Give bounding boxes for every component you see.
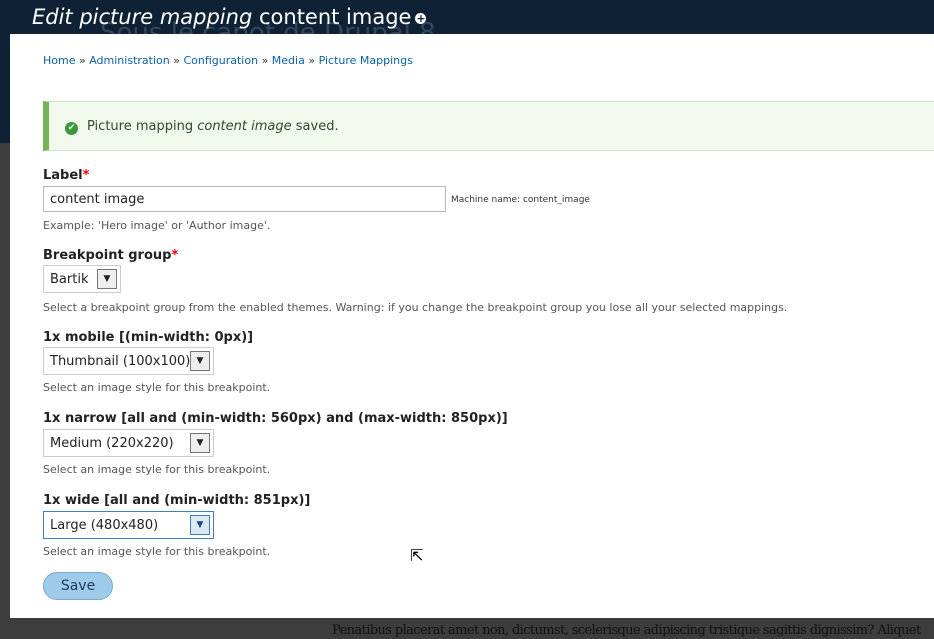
breakpoint-group-select[interactable]: Bartik ▼ <box>43 265 121 293</box>
chevron-down-icon: ▼ <box>190 351 210 371</box>
mobile-label: 1x mobile [(min-width: 0px)] <box>43 330 254 345</box>
mobile-style-select[interactable]: Thumbnail (100x100) ▼ <box>43 347 214 375</box>
mobile-description: Select an image style for this breakpoin… <box>43 381 271 394</box>
breadcrumb: Home » Administration » Configuration » … <box>43 54 413 67</box>
chevron-down-icon: ▼ <box>97 269 117 289</box>
narrow-label: 1x narrow [all and (min-width: 560px) an… <box>43 411 508 426</box>
label-field-label: Label* <box>43 168 90 183</box>
page-title: Edit picture mapping content image + <box>32 5 427 29</box>
shortcut-plus-icon[interactable]: + <box>415 12 427 24</box>
breadcrumb-media[interactable]: Media <box>272 54 305 67</box>
wide-description: Select an image style for this breakpoin… <box>43 545 271 558</box>
breadcrumb-picture-mappings[interactable]: Picture Mappings <box>319 54 413 67</box>
status-message: ✔ Picture mapping content image saved. <box>43 101 934 151</box>
check-icon: ✔ <box>65 122 78 135</box>
breadcrumb-configuration[interactable]: Configuration <box>183 54 258 67</box>
breakpoint-group-description: Select a breakpoint group from the enabl… <box>43 301 788 314</box>
background-body-text: Penatibus placerat amet non, dictumst, s… <box>332 623 921 638</box>
label-input[interactable]: content image <box>43 186 446 212</box>
chevron-down-icon: ▼ <box>190 433 210 453</box>
chevron-down-icon: ▼ <box>190 515 210 535</box>
machine-name: Machine name: content_image <box>451 195 590 205</box>
breadcrumb-administration[interactable]: Administration <box>89 54 170 67</box>
save-button[interactable]: Save <box>43 572 113 600</box>
wide-style-select[interactable]: Large (480x480) ▼ <box>43 511 214 539</box>
breakpoint-group-label: Breakpoint group* <box>43 248 179 263</box>
breadcrumb-home[interactable]: Home <box>43 54 75 67</box>
wide-label: 1x wide [all and (min-width: 851px)] <box>43 493 311 508</box>
narrow-description: Select an image style for this breakpoin… <box>43 463 271 476</box>
label-description: Example: 'Hero image' or 'Author image'. <box>43 219 271 232</box>
mouse-cursor-icon: ⇱ <box>410 546 424 565</box>
overlay-panel: Home » Administration » Configuration » … <box>10 34 934 618</box>
narrow-style-select[interactable]: Medium (220x220) ▼ <box>43 429 214 457</box>
